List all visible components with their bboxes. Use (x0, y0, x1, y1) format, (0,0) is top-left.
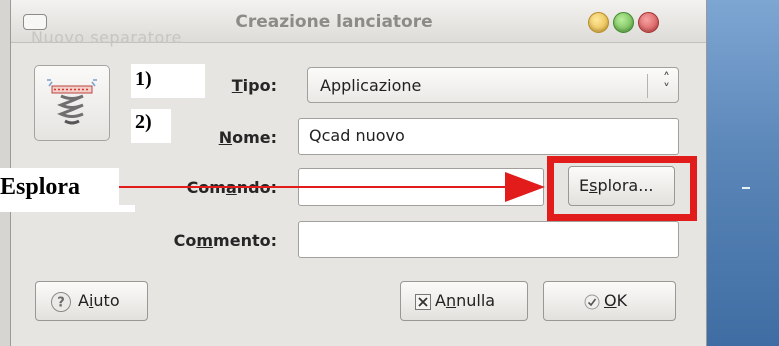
name-field[interactable]: Qcad nuovo (298, 118, 679, 155)
type-combo-value: Applicazione (320, 76, 422, 95)
type-combo[interactable]: Applicazione ˄ ˅ (307, 67, 679, 103)
svg-text:?: ? (57, 296, 65, 311)
updown-arrow-icon: ˄ ˅ (663, 71, 670, 98)
callout-underline-patch (119, 205, 135, 212)
comment-label-post: mento: (213, 231, 277, 250)
comment-label-pre: Co (173, 231, 197, 250)
window-title: Creazione lanciatore (235, 12, 433, 32)
minimize-button[interactable] (588, 12, 609, 33)
desktop-background (705, 0, 779, 346)
name-field-value: Qcad nuovo (309, 126, 405, 145)
help-button[interactable]: ? Aiuto (35, 281, 148, 321)
launcher-spring-icon (47, 79, 97, 125)
command-label-pre: Com (186, 178, 226, 197)
name-label: Nome: (171, 128, 277, 147)
title-bar[interactable]: Nuovo separatore Creazione lanciatore (11, 0, 706, 47)
command-label: Comando: (131, 178, 277, 197)
ok-check-icon (584, 294, 600, 310)
comment-label-accel: m (196, 231, 214, 250)
name-label-rest: ome: (232, 128, 277, 147)
cancel-button-label: Annulla (435, 291, 496, 310)
ghost-background-text: Nuovo separatore (31, 28, 182, 47)
help-icon: ? (51, 292, 71, 312)
comment-field[interactable] (298, 221, 679, 258)
close-button[interactable] (638, 12, 659, 33)
name-label-accel: N (218, 128, 233, 147)
callout-label: Esplora (0, 174, 81, 200)
combo-separator (647, 74, 648, 98)
command-label-accel: a (225, 178, 237, 197)
type-label-accel: T (231, 76, 243, 95)
cancel-button[interactable]: Annulla (400, 281, 528, 321)
ok-button-label: OK (604, 291, 628, 310)
desktop-marker (742, 187, 750, 189)
step-2-label: 2) (131, 109, 171, 143)
ok-button[interactable]: OK (543, 281, 676, 321)
type-label-rest: ipo: (242, 76, 277, 95)
cancel-x-icon (415, 294, 431, 310)
command-field[interactable] (298, 168, 544, 206)
type-label: Tipo: (171, 76, 277, 95)
comment-label: Commento: (131, 231, 277, 250)
help-button-label: Aiuto (78, 291, 120, 310)
highlight-box (547, 156, 697, 221)
maximize-button[interactable] (613, 12, 634, 33)
launcher-icon-button[interactable] (34, 65, 110, 141)
command-label-post: ndo: (236, 178, 277, 197)
